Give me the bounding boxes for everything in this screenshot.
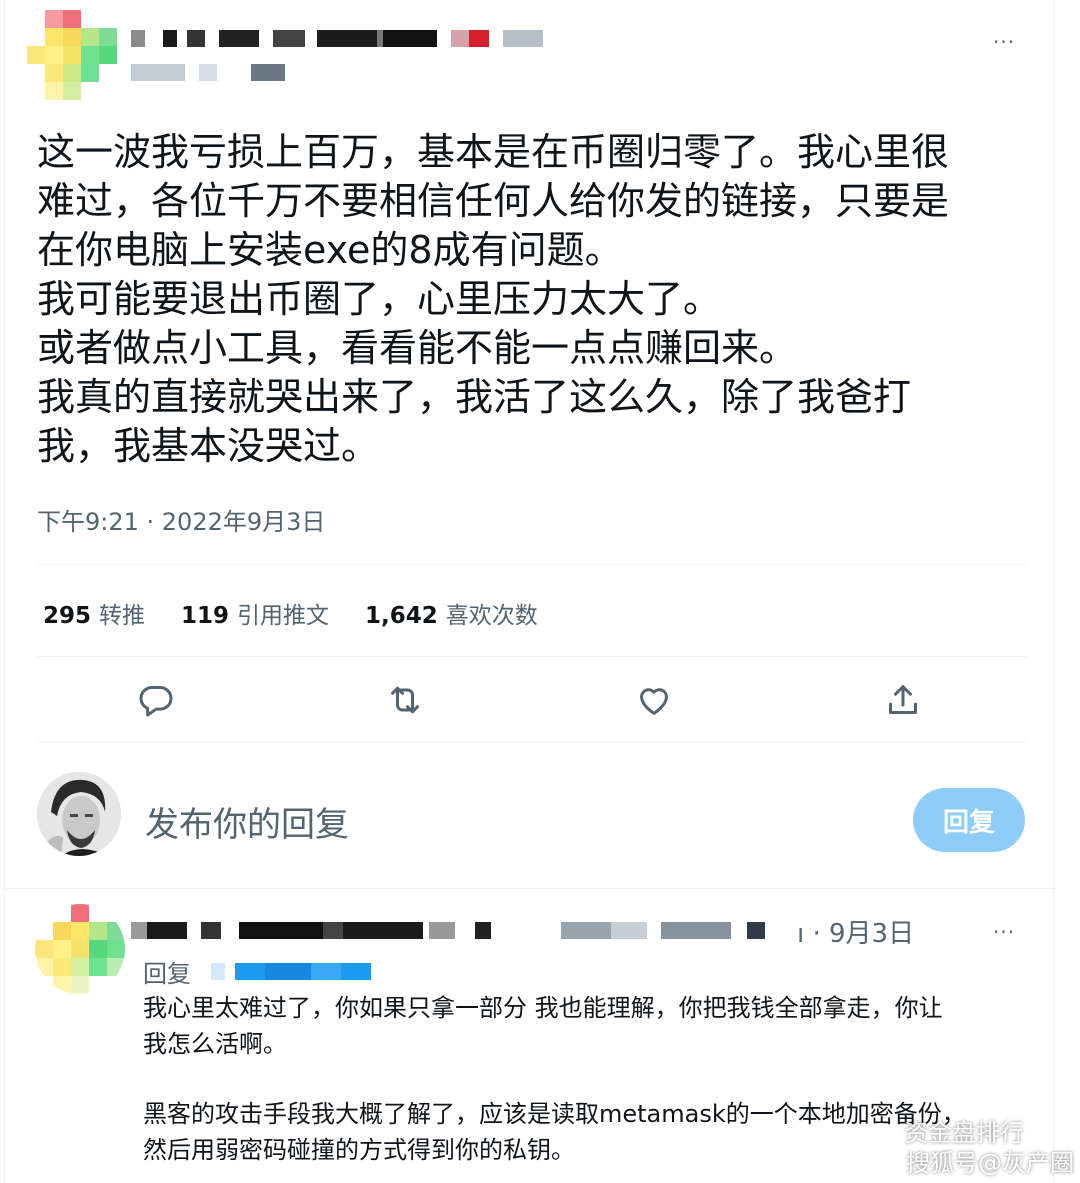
wechat-icon <box>870 1123 898 1145</box>
more-icon[interactable]: ··· <box>993 922 1015 942</box>
likes-stat[interactable]: 1,642 喜欢次数 <box>365 596 538 630</box>
quotes-count: 119 <box>181 603 230 629</box>
reply-line-gap <box>143 1062 1033 1096</box>
retweet-icon <box>391 686 419 714</box>
reply-input[interactable]: 发布你的回复 <box>145 797 349 846</box>
retweets-label: 转推 <box>99 603 146 629</box>
tweet-card: ··· 这一波我亏损上百万，基本是在币圈归零了。我心里很 难过，各位千万不要相信… <box>4 0 1055 1183</box>
user-avatar[interactable] <box>37 772 121 856</box>
tweet-line: 我，我基本没哭过。 <box>37 424 380 468</box>
tweet-line: 难过，各位千万不要相信任何人给你发的链接，只要是 <box>37 179 950 223</box>
watermark-line1: 资金盘排行 <box>904 1119 1024 1147</box>
tweet-line: 我可能要退出币圈了，心里压力太大了。 <box>37 277 722 321</box>
retweets-stat[interactable]: 295 转推 <box>43 596 145 630</box>
watermark: 资金盘排行 搜狐号@灰产圈 <box>870 1118 1074 1177</box>
tweet-line: 我真的直接就哭出来了，我活了这么久，除了我爸打 <box>37 375 912 419</box>
replying-to-label: 回复 <box>143 960 191 988</box>
tweet-line: 在你电脑上安装exe的8成有问题。 <box>37 228 623 272</box>
retweet-button[interactable] <box>385 680 425 720</box>
reply-timestamp[interactable]: ı · 9月3日 <box>797 913 914 950</box>
submit-reply-button[interactable]: 回复 <box>913 788 1025 852</box>
section-divider <box>5 888 1055 889</box>
quotes-stat[interactable]: 119 引用推文 <box>181 596 329 630</box>
author-handle[interactable] <box>131 64 285 81</box>
watermark-line1-row: 资金盘排行 <box>870 1118 1024 1148</box>
reply-button[interactable] <box>136 680 176 720</box>
reply-icon <box>139 686 173 717</box>
tweet-stats: 295 转推 119 引用推文 1,642 喜欢次数 <box>43 596 538 630</box>
replying-to-handle[interactable] <box>210 963 371 980</box>
quotes-label: 引用推文 <box>237 603 330 629</box>
watermark-line2: 搜狐号@灰产圈 <box>906 1149 1074 1177</box>
tweet-timestamp[interactable]: 下午9:21 · 2022年9月3日 <box>37 502 325 537</box>
author-display-name[interactable] <box>131 30 543 47</box>
likes-count: 1,642 <box>365 603 438 629</box>
author-avatar[interactable] <box>27 10 117 100</box>
reply-line: 我心里太难过了，你如果只拿一部分 我也能理解，你把我钱全部拿走，你让 <box>143 994 943 1022</box>
tweet-line: 或者做点小工具，看看能不能一点点赚回来。 <box>37 326 798 370</box>
reply-author-avatar[interactable] <box>35 904 125 994</box>
tweet-text: 这一波我亏损上百万，基本是在币圈归零了。我心里很 难过，各位千万不要相信任何人给… <box>37 128 1017 471</box>
divider <box>37 656 1027 657</box>
reply-author-name[interactable] <box>131 922 765 939</box>
like-button[interactable] <box>634 680 674 720</box>
more-icon[interactable]: ··· <box>993 32 1015 52</box>
divider <box>37 741 1027 742</box>
tweet-line: 这一波我亏损上百万，基本是在币圈归零了。我心里很 <box>37 130 950 174</box>
share-icon <box>889 685 917 714</box>
like-icon <box>640 688 668 715</box>
replying-to: 回复 <box>143 954 371 989</box>
avatar-photo <box>37 772 121 856</box>
retweets-count: 295 <box>43 603 92 629</box>
reply-line: 我怎么活啊。 <box>143 1030 287 1058</box>
divider <box>37 564 1027 565</box>
likes-label: 喜欢次数 <box>445 603 538 629</box>
share-button[interactable] <box>883 680 923 720</box>
